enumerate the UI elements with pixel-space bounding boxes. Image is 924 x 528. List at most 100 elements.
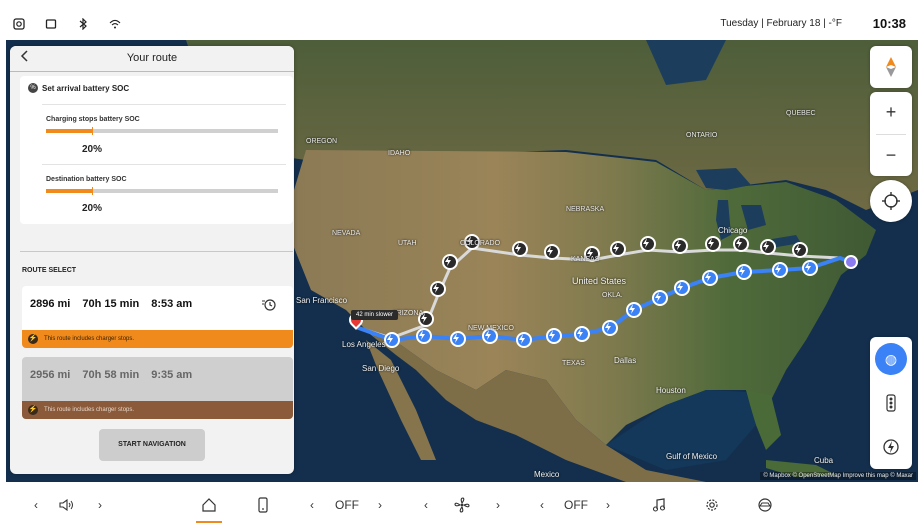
volume-up-button[interactable]: › [92,494,108,516]
charger-stop-marker[interactable] [546,328,562,344]
charger-stop-marker[interactable] [736,264,752,280]
charger-stop-marker[interactable] [516,332,532,348]
alt-charger-stop-marker[interactable] [442,254,458,270]
charger-stop-marker[interactable] [652,290,668,306]
recenter-button[interactable] [870,180,912,222]
map-label-colorado: COLORADO [460,240,501,247]
charger-stop-marker[interactable] [802,260,818,276]
settings-button[interactable] [702,494,722,516]
fan-button[interactable] [452,494,472,516]
camera-icon[interactable] [10,15,28,33]
alt-charger-stop-marker[interactable] [792,242,808,258]
status-bar: Tuesday | February 18 | -°F 10:38 [6,12,918,38]
map-label-houston: Houston [656,386,686,395]
start-navigation-button[interactable]: START NAVIGATION [99,429,205,461]
charger-stop-marker[interactable] [772,262,788,278]
route-stats: 2956 mi 70h 58 min 9:35 am [30,369,192,381]
destination-soc-handle[interactable] [92,187,94,195]
window-icon[interactable] [42,15,60,33]
charging-soc-handle[interactable] [92,127,94,135]
music-button[interactable] [650,494,668,516]
soc-divider [42,164,286,165]
route-select-heading: ROUTE SELECT [22,267,77,274]
charger-stop-marker[interactable] [702,270,718,286]
map-label-cuba: Cuba [814,456,834,465]
nav-screen: Tuesday | February 18 | -°F 10:38 OREGON… [0,0,924,528]
route-option-2[interactable]: 2956 mi 70h 58 min 9:35 am ⚡ This route … [22,357,293,419]
chevron-left-icon: ‹ [34,498,38,512]
left-temp-up-button[interactable]: › [372,494,388,516]
destination-pin-icon[interactable] [844,255,858,269]
destination-soc-label: Destination battery SOC [46,176,127,183]
map-label-idaho: IDAHO [388,150,411,157]
charger-stop-marker[interactable] [416,328,432,344]
alt-charger-stop-marker[interactable] [544,244,560,260]
route-note-banner: ⚡ This route includes charger stops. [22,330,293,348]
map-attribution[interactable]: © Mapbox © OpenStreetMap Improve this ma… [760,472,916,480]
map-label-ontario: ONTARIO [686,132,718,139]
charger-stop-marker[interactable] [574,326,590,342]
map-label-oklahoma: OKLA. [602,292,623,299]
home-active-indicator [196,521,222,523]
soc-settings-card: % Set arrival battery SOC Charging stops… [20,76,293,224]
layer-satellite-button[interactable]: ◍ [870,337,912,381]
charger-stop-marker[interactable] [602,320,618,336]
fan-down-button[interactable]: ‹ [418,494,434,516]
schedule-icon[interactable] [261,298,277,315]
alt-charger-stop-marker[interactable] [512,241,528,257]
map-label-utah: UTAH [398,240,417,247]
alt-charger-stop-marker[interactable] [430,281,446,297]
home-button[interactable] [198,494,220,516]
zoom-in-button[interactable]: + [870,92,912,134]
fan-up-button[interactable]: › [490,494,506,516]
bluetooth-icon[interactable] [74,15,92,33]
map-label-nevada: NEVADA [332,230,361,237]
zoom-out-button[interactable]: − [870,134,912,176]
panel-header: Your route [10,46,294,72]
route-option-1[interactable]: 2896 mi 70h 15 min 8:53 am ⚡ This route … [22,286,293,348]
car-icon [758,498,772,512]
volume-icon[interactable] [56,494,78,516]
route-stats: 2896 mi 70h 15 min 8:53 am [30,298,192,310]
left-temp-down-button[interactable]: ‹ [304,494,320,516]
gear-icon [706,499,718,511]
charger-stop-marker[interactable] [674,280,690,296]
map-label-oregon: OREGON [306,138,338,145]
volume-down-button[interactable]: ‹ [28,494,44,516]
status-time: 10:38 [872,16,906,31]
charging-soc-slider[interactable] [46,127,278,135]
layer-chargers-button[interactable] [870,425,912,469]
right-temp-down-button[interactable]: ‹ [534,494,550,516]
map-layer-controls: ◍ [870,337,912,469]
compass-button[interactable] [870,46,912,88]
wifi-icon[interactable] [106,15,124,33]
route-delta-tag: 42 min slower [351,310,399,320]
alt-charger-stop-marker[interactable] [705,236,721,252]
charging-soc-fill [46,129,93,133]
charger-stop-marker[interactable] [450,331,466,347]
fan-icon [454,497,470,513]
alt-charger-stop-marker[interactable] [640,236,656,252]
bolt-icon: ⚡ [28,334,38,344]
map-label-chicago: Chicago [718,226,748,235]
layer-traffic-button[interactable] [870,381,912,425]
chevron-left-icon: ‹ [540,498,544,512]
alt-charger-stop-marker[interactable] [672,238,688,254]
right-temp-up-button[interactable]: › [600,494,616,516]
alt-charger-stop-marker[interactable] [610,241,626,257]
globe-icon: ◍ [875,343,907,375]
destination-soc-value: 20% [82,203,103,214]
charger-stop-marker[interactable] [626,302,642,318]
vehicle-button[interactable] [754,494,776,516]
destination-soc-slider[interactable] [46,187,278,195]
route-duration: 70h 15 min [82,298,140,310]
map-label-nebraska: NEBRASKA [566,206,605,213]
alt-charger-stop-marker[interactable] [733,236,749,252]
charger-stop-marker[interactable] [384,332,400,348]
chevron-right-icon: › [378,498,382,512]
phone-button[interactable] [254,494,272,516]
route-note: This route includes charger stops. [44,336,135,342]
alt-charger-stop-marker[interactable] [760,239,776,255]
crosshair-icon [882,192,900,210]
chevron-right-icon: › [98,498,102,512]
